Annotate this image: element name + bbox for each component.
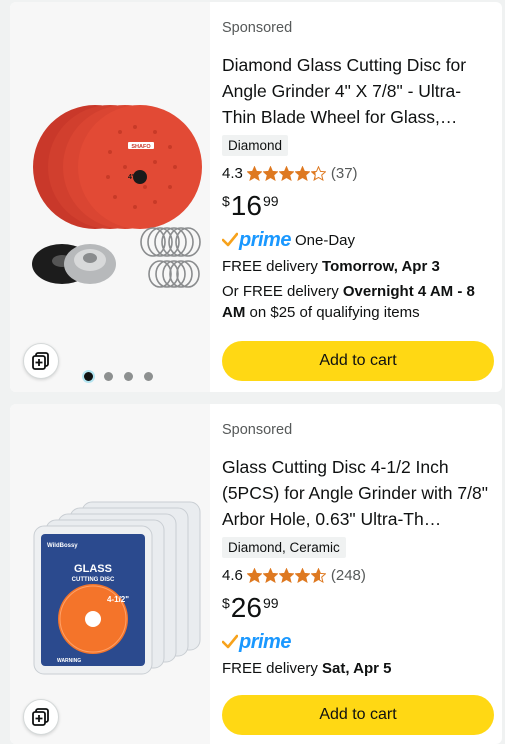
price-currency: $: [222, 193, 230, 209]
price-whole: 16: [230, 190, 262, 221]
delivery-prefix: FREE delivery: [222, 660, 323, 677]
star-icon: [262, 165, 278, 181]
rating-value: 4.6: [222, 566, 243, 584]
prime-delivery-speed: One-Day: [294, 231, 355, 249]
material-badge: Diamond, Ceramic: [222, 537, 346, 558]
rating-row[interactable]: 4.3 (37): [222, 162, 494, 184]
star-icon: [246, 165, 262, 181]
prime-badge: prime One-Day: [222, 228, 494, 252]
rating-value: 4.3: [222, 164, 243, 182]
material-badge: Diamond: [222, 135, 289, 156]
prime-logo: prime: [239, 228, 291, 251]
product-image[interactable]: WildBossy GLASS CUTTING DISC 4-1/2" WARN…: [10, 404, 210, 744]
product-info: Sponsored Glass Cutting Disc 4-1/2 Inch …: [222, 404, 494, 735]
product-image[interactable]: SHAFO 4": [10, 2, 210, 392]
star-rating: [246, 165, 327, 181]
carousel-dot[interactable]: [144, 372, 153, 381]
compare-icon: [32, 352, 49, 370]
package-title: GLASS: [74, 563, 112, 575]
alt-delivery-info: Or FREE delivery Overnight 4 AM - 8 AM o…: [222, 281, 494, 323]
compare-button[interactable]: [23, 699, 59, 735]
price-fraction: 99: [262, 595, 279, 611]
sponsored-label: Sponsored: [222, 20, 293, 36]
prime-logo: prime: [239, 630, 291, 653]
alt-delivery-suffix: on $25 of qualifying items: [245, 304, 420, 321]
delivery-date: Sat, Apr 5: [322, 660, 392, 677]
delivery-info: FREE delivery Sat, Apr 5: [222, 658, 494, 679]
alt-delivery-prefix: Or FREE delivery: [222, 283, 343, 300]
delivery-date: Tomorrow, Apr 3: [322, 258, 440, 275]
prime-badge: prime: [222, 630, 494, 654]
rating-row[interactable]: 4.6 (248): [222, 564, 494, 586]
product-image-graphic: WildBossy GLASS CUTTING DISC 4-1/2" WARN…: [33, 501, 201, 675]
package-warning: WARNING: [57, 658, 81, 664]
carousel-dot[interactable]: [84, 372, 93, 381]
price-currency: $: [222, 595, 230, 611]
price: $ 26 99: [222, 590, 494, 628]
star-icon: [278, 567, 294, 583]
disc-size-label: 4-1/2": [107, 595, 129, 604]
compare-icon: [32, 708, 49, 726]
add-to-cart-button[interactable]: Add to cart: [222, 341, 494, 381]
product-image-graphic: SHAFO 4": [32, 105, 202, 288]
product-title[interactable]: Glass Cutting Disc 4-1/2 Inch (5PCS) for…: [222, 454, 494, 532]
price: $ 16 99: [222, 188, 494, 226]
star-icon: [310, 567, 326, 583]
star-icon: [294, 567, 310, 583]
star-rating: [246, 567, 327, 583]
star-icon: [246, 567, 262, 583]
product-title[interactable]: Diamond Glass Cutting Disc for Angle Gri…: [222, 52, 494, 130]
star-icon: [262, 567, 278, 583]
product-card[interactable]: SHAFO 4" Sponsored Diamond Glass Cutting…: [10, 2, 502, 392]
prime-check-icon: [222, 634, 238, 649]
price-fraction: 99: [262, 193, 279, 209]
rating-count[interactable]: (37): [331, 165, 358, 182]
carousel-dot[interactable]: [104, 372, 113, 381]
star-icon: [294, 165, 310, 181]
star-icon: [310, 165, 326, 181]
add-to-cart-button[interactable]: Add to cart: [222, 695, 494, 735]
delivery-prefix: FREE delivery: [222, 258, 323, 275]
star-icon: [278, 165, 294, 181]
sponsored-label: Sponsored: [222, 422, 293, 438]
disc-size-label: 4": [128, 174, 135, 181]
price-whole: 26: [230, 592, 262, 623]
rating-count[interactable]: (248): [331, 567, 366, 584]
carousel-dot[interactable]: [124, 372, 133, 381]
compare-button[interactable]: [23, 343, 59, 379]
product-card[interactable]: WildBossy GLASS CUTTING DISC 4-1/2" WARN…: [10, 404, 502, 744]
delivery-info: FREE delivery Tomorrow, Apr 3: [222, 256, 494, 277]
image-carousel-dots[interactable]: [84, 372, 164, 381]
disc-brand-label: SHAFO: [131, 144, 151, 150]
prime-check-icon: [222, 232, 238, 247]
package-brand: WildBossy: [47, 543, 78, 549]
package-subtitle: CUTTING DISC: [72, 577, 115, 583]
product-info: Sponsored Diamond Glass Cutting Disc for…: [222, 2, 494, 381]
